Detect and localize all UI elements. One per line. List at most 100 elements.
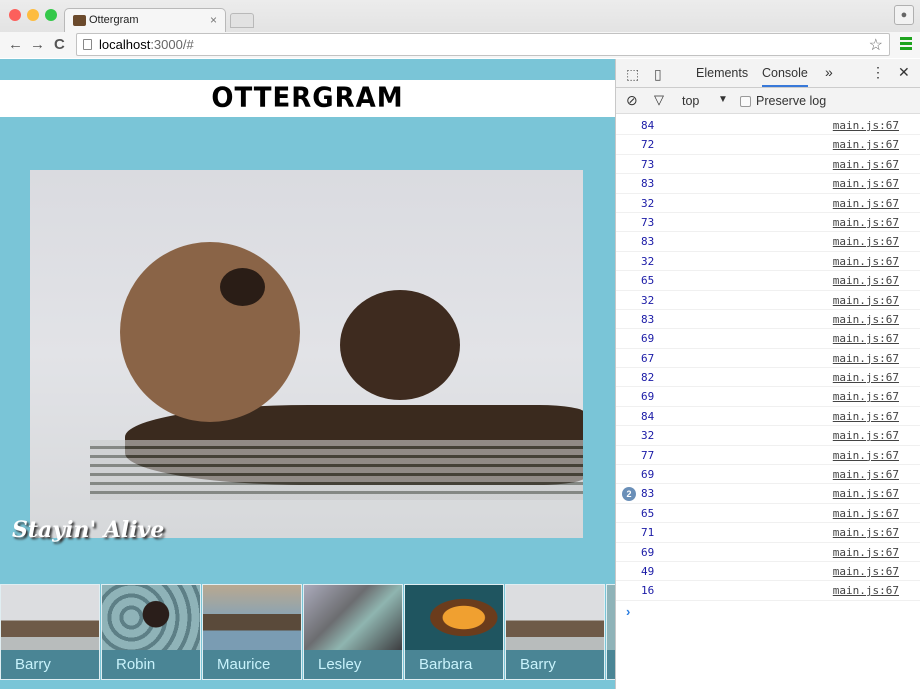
bookmark-star-icon[interactable]: ☆ <box>869 35 883 55</box>
ottergram-page: OTTERGRAM Stayin' Alive Barry Robin Maur… <box>0 59 615 689</box>
source-link[interactable]: main.js:67 <box>833 294 899 307</box>
source-link[interactable]: main.js:67 <box>833 410 899 423</box>
thumbnail-item[interactable]: Barry <box>505 584 605 680</box>
tab-console[interactable]: Console <box>762 66 808 87</box>
thumbnail-title: Robin <box>116 656 156 673</box>
more-tabs-icon[interactable]: » <box>825 64 833 80</box>
source-link[interactable]: main.js:67 <box>833 235 899 248</box>
new-tab-button[interactable] <box>230 13 254 28</box>
console-row: 73 main.js:67 <box>616 213 920 233</box>
console-row: 67 main.js:67 <box>616 349 920 369</box>
source-link[interactable]: main.js:67 <box>833 371 899 384</box>
device-toolbar-icon[interactable]: ▯ <box>654 66 662 83</box>
source-link[interactable]: main.js:67 <box>833 138 899 151</box>
detail-image <box>30 170 583 538</box>
console-row: 69 main.js:67 <box>616 329 920 349</box>
console-value: 65 <box>641 274 655 288</box>
thumbnail-item[interactable]: Barry <box>0 584 100 680</box>
console-prompt[interactable]: › <box>626 604 630 619</box>
thumbnail-title: Barry <box>520 656 556 673</box>
browser-chrome: Ottergram × ● ← → C localhost:3000/# ☆ <box>0 0 920 58</box>
source-link[interactable]: main.js:67 <box>833 449 899 462</box>
console-value: 72 <box>641 138 655 152</box>
source-link[interactable]: main.js:67 <box>833 352 899 365</box>
source-link[interactable]: main.js:67 <box>833 546 899 559</box>
minimize-window-button[interactable] <box>27 9 39 21</box>
forward-icon[interactable]: → <box>30 36 45 53</box>
close-window-button[interactable] <box>9 9 21 21</box>
address-bar[interactable]: localhost:3000/# ☆ <box>76 33 890 56</box>
console-row: 32 main.js:67 <box>616 291 920 310</box>
tab-elements[interactable]: Elements <box>696 66 748 80</box>
thumbnail-item[interactable]: Lesley <box>303 584 403 680</box>
source-link[interactable]: main.js:67 <box>833 177 899 190</box>
profile-icon[interactable]: ● <box>894 5 914 25</box>
source-link[interactable]: main.js:67 <box>833 255 899 268</box>
console-value: 16 <box>641 584 655 598</box>
source-link[interactable]: main.js:67 <box>833 158 899 171</box>
back-icon[interactable]: ← <box>8 36 23 53</box>
console-value: 32 <box>641 196 655 210</box>
source-link[interactable]: main.js:67 <box>833 429 899 442</box>
otter-head-shape <box>120 242 300 422</box>
console-value: 69 <box>641 390 655 404</box>
console-value: 84 <box>641 119 655 132</box>
source-link[interactable]: main.js:67 <box>833 216 899 229</box>
console-row: 16 main.js:67 <box>616 581 920 601</box>
console-value: 83 <box>641 177 655 191</box>
thumbnail-item[interactable]: Robin <box>101 584 201 680</box>
tab-close-icon[interactable]: × <box>210 13 217 27</box>
console-value: 32 <box>641 254 655 268</box>
otter-pup-shape <box>340 290 460 400</box>
chrome-menu-icon[interactable] <box>900 37 912 52</box>
console-row: 32 main.js:67 <box>616 252 920 272</box>
source-link[interactable]: main.js:67 <box>833 332 899 345</box>
context-dropdown-icon[interactable]: ▼ <box>718 94 728 105</box>
console-row: 69 main.js:67 <box>616 543 920 562</box>
thumbnail-title: Maurice <box>217 656 271 673</box>
console-value: 82 <box>641 371 655 385</box>
thumbnail-item[interactable]: Barbara <box>404 584 504 680</box>
reload-icon[interactable]: C <box>54 36 65 53</box>
thumbnail-list: Barry Robin Maurice Lesley Barbara Barry <box>0 584 615 680</box>
thumbnail-item[interactable]: Maurice <box>202 584 302 680</box>
console-value: 67 <box>641 351 655 365</box>
console-toolbar: ⊘ ▽ top ▼ Preserve log <box>616 88 920 114</box>
console-row: 77 main.js:67 <box>616 446 920 466</box>
console-row: 65 main.js:67 <box>616 271 920 291</box>
clear-console-icon[interactable]: ⊘ <box>626 92 638 109</box>
inspect-element-icon[interactable]: ⬚ <box>626 66 639 83</box>
console-value: 69 <box>641 332 655 346</box>
console-row: 73 main.js:67 <box>616 155 920 175</box>
source-link[interactable]: main.js:67 <box>833 565 899 578</box>
thumbnail-item[interactable] <box>606 584 615 680</box>
thumbnail-image <box>304 585 402 650</box>
page-icon <box>83 39 92 50</box>
kebab-menu-icon[interactable]: ⋮ <box>871 64 885 81</box>
console-value: 83 <box>641 235 655 249</box>
source-link[interactable]: main.js:67 <box>833 390 899 403</box>
filter-icon[interactable]: ▽ <box>654 92 664 108</box>
source-link[interactable]: main.js:67 <box>833 526 899 539</box>
source-link[interactable]: main.js:67 <box>833 487 899 500</box>
browser-tab[interactable]: Ottergram × <box>64 8 226 33</box>
close-devtools-icon[interactable]: ✕ <box>898 64 910 81</box>
source-link[interactable]: main.js:67 <box>833 584 899 597</box>
source-link[interactable]: main.js:67 <box>833 313 899 326</box>
source-link[interactable]: main.js:67 <box>833 468 899 481</box>
source-link[interactable]: main.js:67 <box>833 197 899 210</box>
preserve-log-checkbox[interactable] <box>740 96 751 107</box>
context-selector[interactable]: top <box>682 94 699 108</box>
source-link[interactable]: main.js:67 <box>833 119 899 132</box>
console-row: 32 main.js:67 <box>616 426 920 446</box>
console-log: 84 main.js:67 72 main.js:67 73 main.js:67 83 ma… <box>616 116 920 601</box>
console-row: 83 main.js:67 <box>616 310 920 330</box>
zoom-window-button[interactable] <box>45 9 57 21</box>
thumbnail-image <box>203 585 301 650</box>
source-link[interactable]: main.js:67 <box>833 507 899 520</box>
console-value: 73 <box>641 215 655 229</box>
source-link[interactable]: main.js:67 <box>833 274 899 287</box>
console-row: 32 main.js:67 <box>616 194 920 213</box>
thumbnail-image <box>405 585 503 650</box>
logo-title: OTTERGRAM <box>211 82 404 114</box>
